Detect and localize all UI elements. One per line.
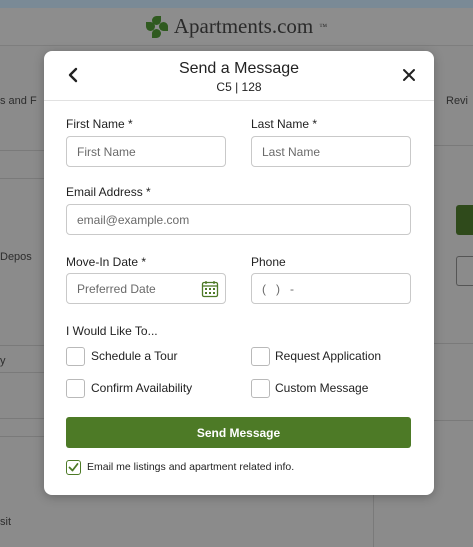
last-name-label: Last Name *: [251, 117, 318, 131]
logo-trademark: ™: [319, 22, 328, 31]
bg-green-button: [456, 205, 473, 235]
bg-divider: [373, 494, 374, 547]
apartments-logo: Apartments.com ™: [145, 14, 328, 39]
bg-fragment-1: s and F: [0, 95, 37, 107]
interests-heading: I Would Like To...: [66, 324, 158, 338]
close-button[interactable]: [398, 63, 420, 87]
schedule-tour-checkbox[interactable]: [66, 347, 85, 366]
bg-fragment-3: Depos: [0, 251, 32, 263]
modal-subtitle: C5 | 128: [216, 80, 262, 94]
logo-text: Apartments.com: [173, 14, 314, 38]
last-name-input[interactable]: [251, 136, 411, 167]
email-opt-in-label: Email me listings and apartment related …: [87, 461, 295, 473]
request-application-label: Request Application: [275, 349, 382, 363]
confirm-availability-label: Confirm Availability: [91, 381, 193, 395]
bg-fragment-2: Revi: [446, 95, 469, 107]
modal-header: Send a Message C5 | 128: [44, 51, 434, 101]
email-label: Email Address *: [66, 185, 151, 199]
bg-outline-button: [456, 256, 473, 286]
email-input[interactable]: [66, 204, 411, 235]
bg-fragment-5: sit: [0, 516, 11, 528]
move-in-date-label: Move-In Date *: [66, 255, 147, 269]
request-application-checkbox[interactable]: [251, 347, 270, 366]
site-header: Apartments.com ™: [0, 8, 473, 46]
calendar-icon[interactable]: [201, 280, 219, 298]
browser-top-strip: [0, 0, 473, 8]
first-name-input[interactable]: [66, 136, 226, 167]
bg-fragment-4: y: [0, 355, 6, 367]
checkmark-icon: [68, 463, 79, 472]
logo-mark-icon: [145, 15, 168, 38]
confirm-availability-checkbox[interactable]: [66, 379, 85, 398]
custom-message-checkbox[interactable]: [251, 379, 270, 398]
phone-input[interactable]: [251, 273, 411, 304]
email-opt-in-checkbox[interactable]: [66, 460, 81, 475]
schedule-tour-label: Schedule a Tour: [91, 349, 178, 363]
first-name-label: First Name *: [66, 117, 133, 131]
close-icon: [403, 69, 415, 81]
send-message-modal: Send a Message C5 | 128 First Name * Las…: [44, 51, 434, 495]
send-message-button[interactable]: Send Message: [66, 417, 411, 448]
phone-label: Phone: [251, 255, 286, 269]
custom-message-label: Custom Message: [275, 381, 369, 395]
modal-title: Send a Message: [178, 60, 300, 77]
